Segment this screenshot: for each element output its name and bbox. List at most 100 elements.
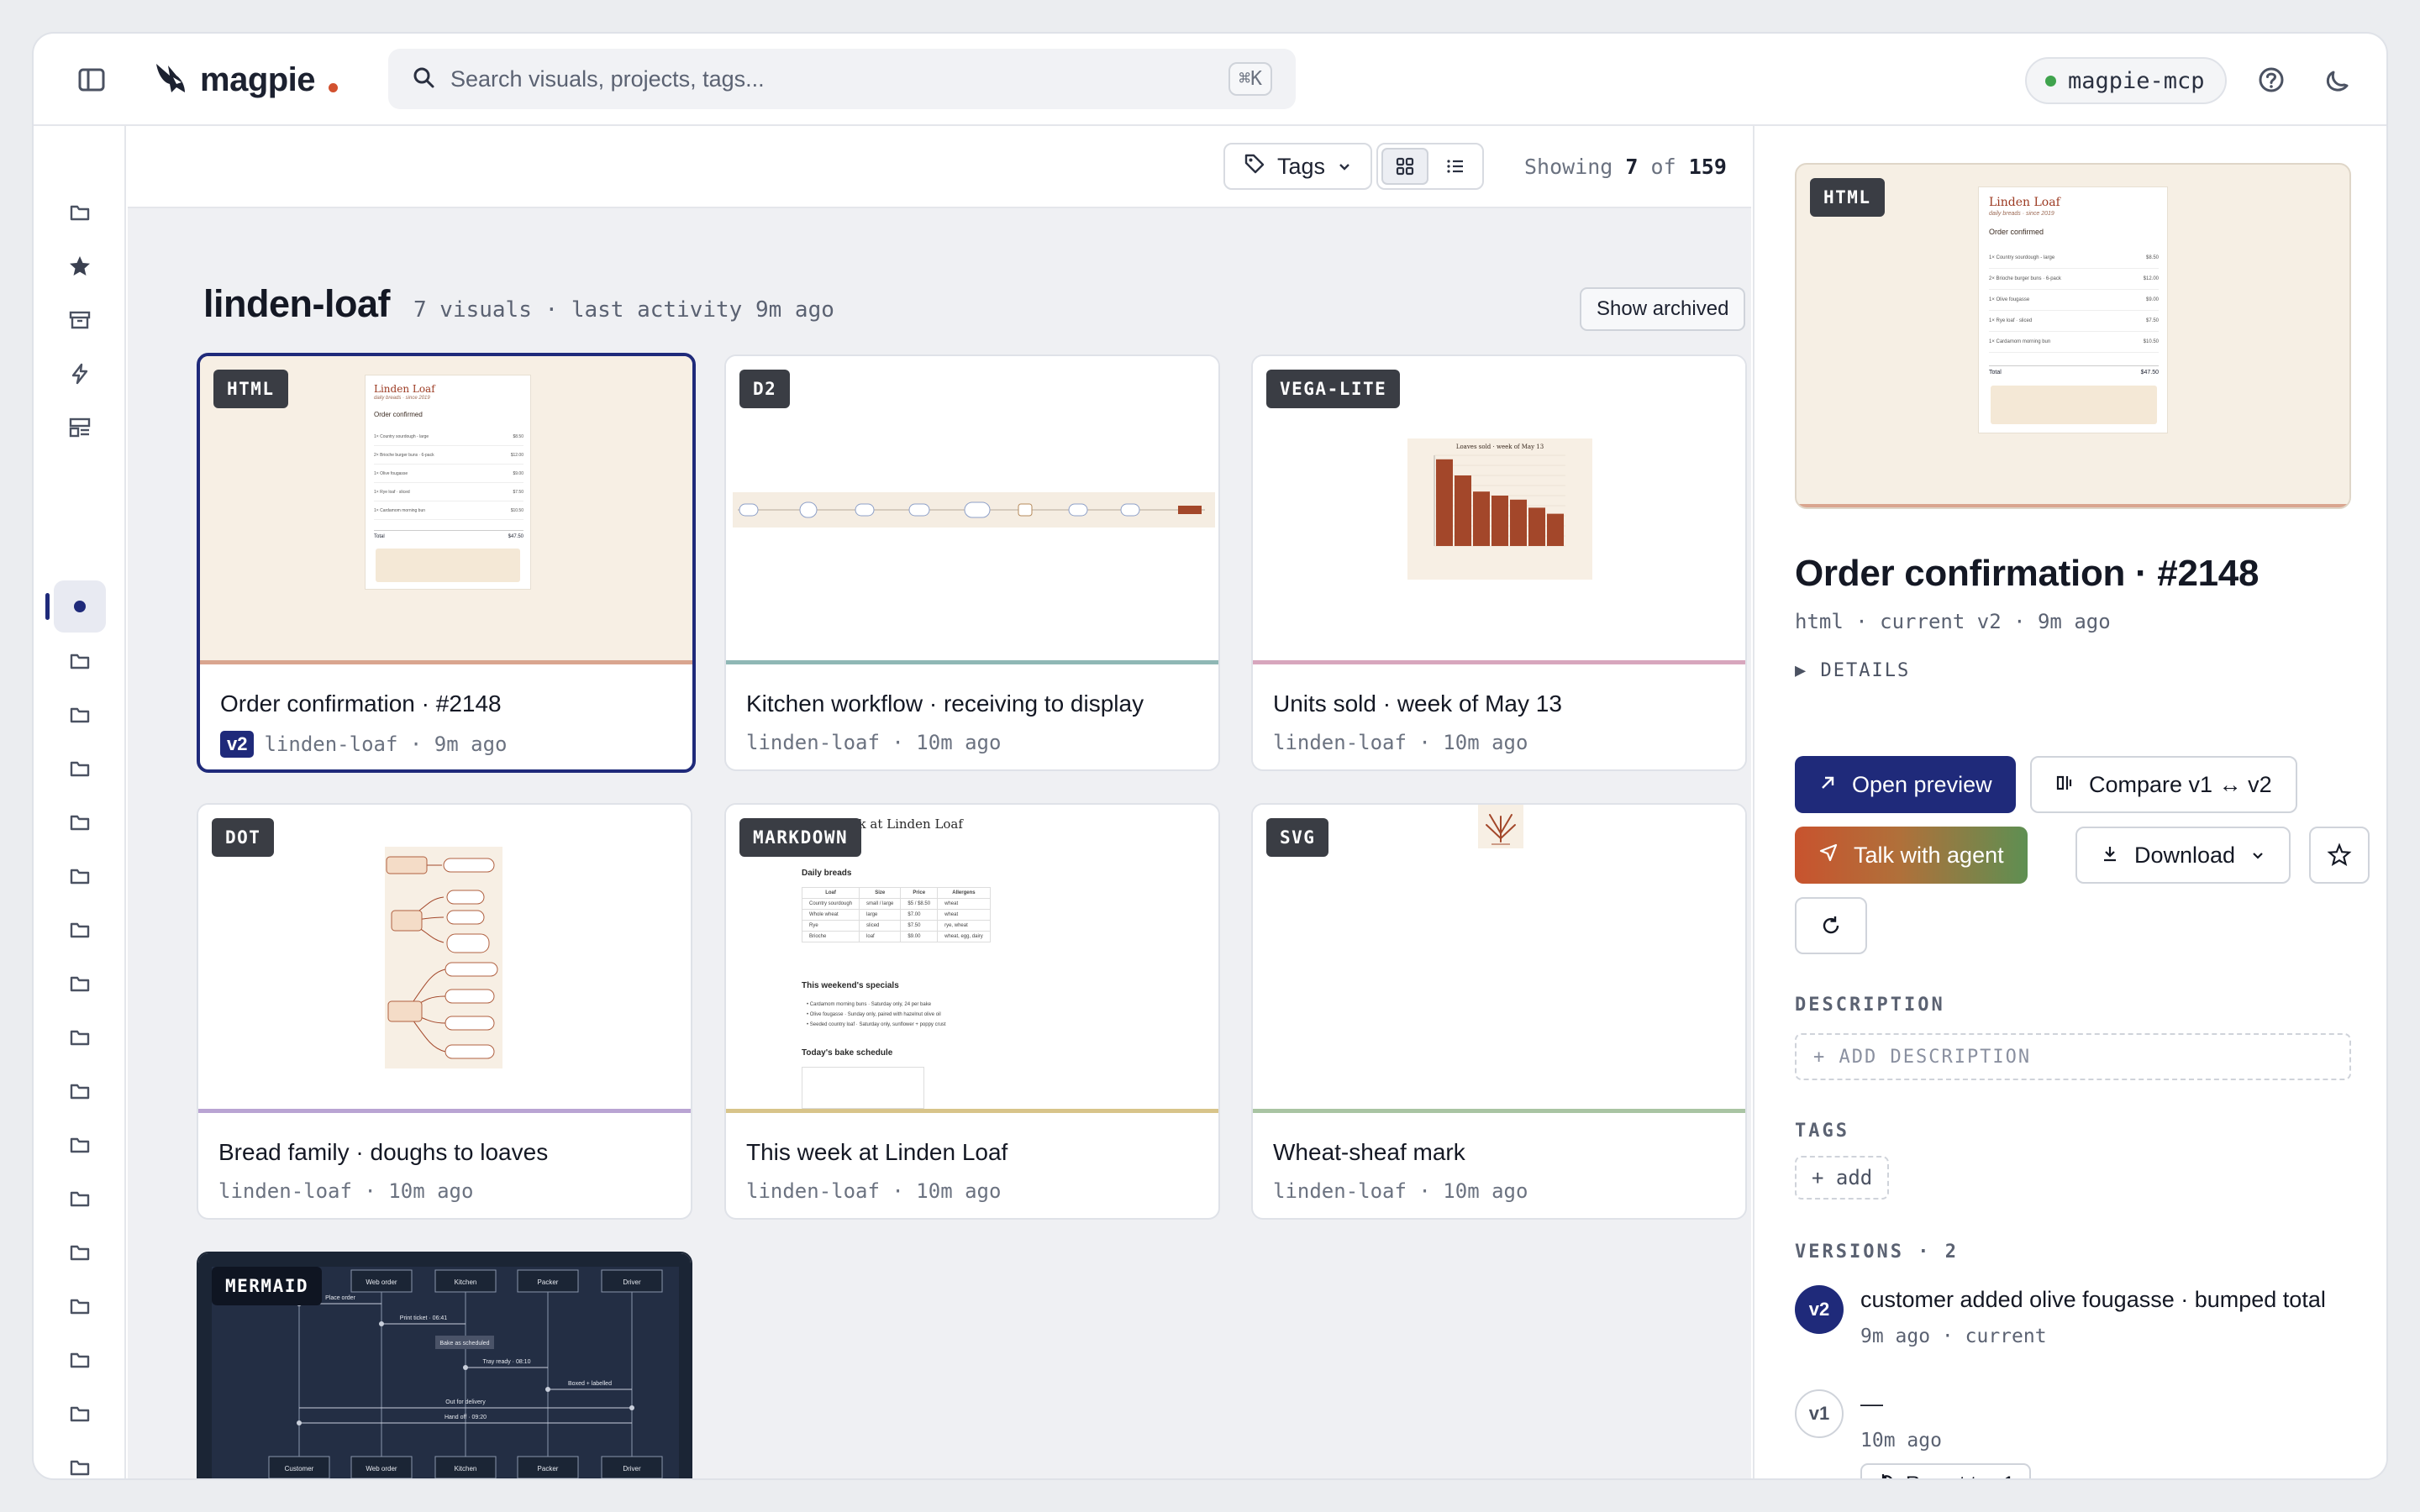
receipt-price: $10.50	[2143, 339, 2159, 344]
rail-folder-icon[interactable]	[54, 904, 106, 956]
rail-folder-icon[interactable]	[54, 1065, 106, 1117]
table-cell: $7.50	[900, 920, 939, 932]
revert-button[interactable]: Revert to v1	[1860, 1463, 2032, 1478]
rail-folder-icon[interactable]	[54, 689, 106, 741]
rail-folder-icon[interactable]	[54, 1173, 106, 1225]
receipt-item: 1× Rye loaf · sliced	[374, 489, 410, 495]
version-badge[interactable]: v2	[1795, 1285, 1844, 1334]
dark-mode-moon-icon[interactable]	[2321, 62, 2356, 97]
visual-card[interactable]: Customer Web order Web order Kitchen Kitchen…	[197, 1252, 692, 1478]
grid-view-icon[interactable]	[1381, 148, 1428, 185]
rail-folder-icon[interactable]	[54, 635, 106, 687]
rail-folder-icon[interactable]	[54, 743, 106, 795]
visual-card[interactable]: This week at Linden Loaf Daily breads Lo…	[724, 803, 1220, 1220]
receipt-line: 1× Country sourdough - large $8.50	[374, 428, 523, 446]
panel-meta: html · current v2 · 9m ago	[1795, 610, 2111, 633]
rail-folder-icon[interactable]	[54, 1119, 106, 1171]
details-toggle[interactable]: ▶ DETAILS	[1795, 660, 1910, 681]
receipt-line: 2× Brioche burger buns · 6-pack $12.00	[1989, 269, 2159, 290]
version-badge[interactable]: v1	[1795, 1389, 1844, 1438]
receipt-price: $10.50	[510, 507, 523, 513]
rail-folder-icon[interactable]	[54, 1011, 106, 1063]
table-cell: Brioche	[801, 931, 860, 942]
rail-folder-icon[interactable]	[54, 1441, 106, 1478]
rail-folder-icon[interactable]	[54, 1226, 106, 1278]
add-description-button[interactable]: + ADD DESCRIPTION	[1795, 1033, 2351, 1080]
receipt-subtitle: daily breads · since 2019	[1989, 211, 2054, 217]
table-cell: small / large	[859, 898, 902, 910]
card-thumbnail	[726, 356, 1218, 662]
card-meta: linden-loaf · 10m ago	[1273, 731, 1528, 754]
table-row: Rye sliced $7.50 rye, wheat	[801, 920, 991, 932]
message-dot	[545, 1387, 550, 1392]
rail-folder-icon[interactable]	[54, 796, 106, 848]
card-meta-text: linden-loaf · 10m ago	[1273, 731, 1528, 754]
rail-folder-icon[interactable]	[54, 1280, 106, 1332]
rail-folder-icon[interactable]	[54, 1388, 106, 1440]
receipt-lines: 1× Country sourdough - large $8.50 2× Brio…	[374, 428, 523, 520]
open-preview-label: Open preview	[1852, 771, 1992, 797]
rail-star-icon[interactable]	[54, 240, 106, 292]
brand-logo[interactable]: magpie	[151, 57, 339, 102]
open-preview-button[interactable]: Open preview	[1795, 756, 2016, 813]
receipt-preview: Linden Loaf daily breads · since 2019 Or…	[1978, 186, 2168, 433]
rail-folder-icon[interactable]	[54, 186, 106, 239]
message-label: Print ticket · 06:41	[400, 1315, 448, 1321]
table-cell: $7.00	[900, 909, 939, 921]
receipt-heading: Order confirmed	[374, 411, 423, 418]
visual-card[interactable]: SVG Wheat-sheaf mark linden-loaf · 10m a…	[1251, 803, 1747, 1220]
talk-with-agent-button[interactable]: Talk with agent	[1795, 827, 2028, 884]
receipt-item: 1× Rye loaf · sliced	[1989, 318, 2033, 323]
chart-bar	[1528, 507, 1545, 546]
rail-project-linden-loaf[interactable]	[54, 580, 106, 633]
table-cell: rye, wheat	[937, 920, 991, 932]
favorite-star-icon[interactable]	[2309, 827, 2370, 884]
compare-versions-button[interactable]: Compare v1 ↔ v2	[2030, 756, 2297, 813]
message-label: Hand off · 09:20	[445, 1415, 487, 1420]
message-dot	[463, 1365, 468, 1370]
receipt-line: 1× Olive fougasse $9.00	[1989, 290, 2159, 311]
help-icon[interactable]	[2254, 62, 2289, 97]
panel-preview[interactable]: Linden Loaf daily breads · since 2019 Or…	[1795, 163, 2351, 509]
receipt-price: $9.00	[2145, 297, 2159, 302]
table-cell: wheat, egg, dairy	[937, 931, 991, 942]
receipt-line: 1× Olive fougasse $9.00	[374, 465, 523, 483]
list-view-icon[interactable]	[1432, 148, 1479, 185]
table-header-cell: Price	[900, 887, 939, 899]
arrow-up-right-icon	[1818, 772, 1837, 798]
visual-card[interactable]: Linden Loaf daily breads · since 2019 Or…	[197, 353, 696, 773]
show-archived-button[interactable]: Show archived	[1580, 287, 1746, 331]
visual-card[interactable]: D2 Kitchen workflow · receiving to displ…	[724, 354, 1220, 771]
download-icon	[2101, 843, 2119, 869]
search-bar[interactable]: Search visuals, projects, tags... ⌘K	[388, 49, 1296, 109]
rail-folder-icon[interactable]	[54, 958, 106, 1010]
actor-label: Kitchen	[455, 1465, 477, 1473]
refresh-icon[interactable]	[1795, 897, 1867, 954]
showing-total: 159	[1688, 155, 1727, 179]
rail-archive-icon[interactable]	[54, 294, 106, 346]
actor-label: Web order	[366, 1465, 397, 1473]
table-cell: wheat	[937, 909, 991, 921]
visual-card[interactable]: DOT Bread family · doughs to loaves lind…	[197, 803, 692, 1220]
rail-folder-icon[interactable]	[54, 850, 106, 902]
card-title: This week at Linden Loaf	[746, 1139, 1008, 1165]
receipt-item: 1× Cardamom morning bun	[1989, 339, 2051, 344]
tags-filter-button[interactable]: Tags	[1223, 143, 1373, 190]
download-button[interactable]: Download	[2075, 827, 2291, 884]
card-meta: linden-loaf · 10m ago	[218, 1179, 473, 1203]
visual-card[interactable]: Loaves sold · week of May 13 VEGA-LITE U…	[1251, 354, 1747, 771]
actor-label: Packer	[538, 1278, 559, 1286]
mcp-label: magpie-mcp	[2068, 67, 2205, 94]
rail-layout-icon[interactable]	[54, 402, 106, 454]
format-badge: D2	[739, 370, 791, 408]
sidebar-toggle-icon[interactable]	[76, 64, 108, 96]
add-tag-button[interactable]: + add	[1795, 1156, 1890, 1200]
rail-folder-icon[interactable]	[54, 1334, 106, 1386]
description-heading: DESCRIPTION	[1795, 995, 1945, 1016]
search-icon	[412, 66, 435, 93]
card-accent-line	[200, 660, 692, 664]
search-input[interactable]: Search visuals, projects, tags...	[450, 66, 1228, 92]
chart-bar	[1510, 499, 1527, 546]
mcp-status-chip[interactable]: magpie-mcp	[2025, 57, 2227, 104]
rail-bolt-icon[interactable]	[54, 348, 106, 400]
